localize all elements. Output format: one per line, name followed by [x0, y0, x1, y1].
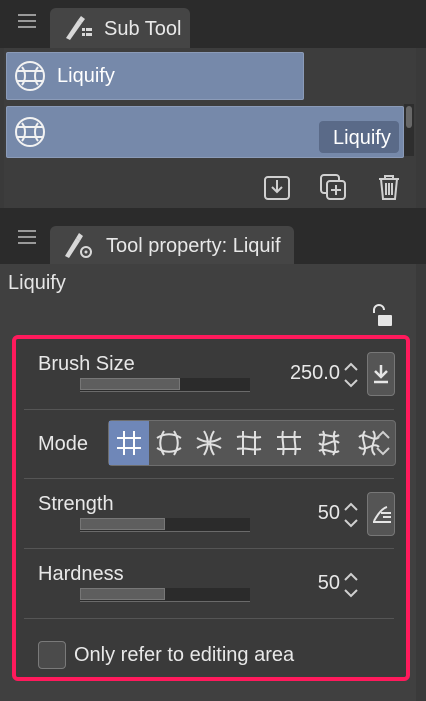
hardness-label: Hardness — [38, 563, 124, 585]
subtool-scrollbar[interactable] — [404, 104, 414, 156]
mode-pinch-option[interactable] — [189, 421, 229, 465]
mode-label: Mode — [38, 433, 89, 455]
separator — [24, 478, 394, 479]
subtool-item-label: Liquify — [333, 127, 391, 149]
tab-label: Sub Tool — [104, 18, 182, 40]
download-arrow-icon — [374, 365, 388, 384]
trash-icon[interactable] — [374, 172, 404, 202]
mode-stepper[interactable] — [374, 428, 392, 458]
strength-slider[interactable] — [80, 518, 250, 532]
subtool-item-liquify[interactable]: Liquify — [6, 52, 304, 100]
mode-push-option[interactable] — [109, 421, 149, 465]
brush-size-pressure-button[interactable] — [367, 352, 395, 396]
subtool-scrollbar-thumb[interactable] — [406, 106, 412, 128]
pressure-curve-icon — [373, 506, 391, 523]
brush-size-slider-fill — [80, 378, 181, 390]
subtool-name-chip: Liquify — [319, 121, 399, 153]
mode-push-right-icon — [277, 430, 301, 456]
only-refer-label[interactable]: Only refer to editing area — [74, 644, 294, 667]
liquify-tool-icon — [15, 61, 45, 91]
panel-divider[interactable] — [0, 208, 426, 222]
subtool-action-bar — [4, 158, 416, 208]
panel-menu-icon[interactable] — [16, 10, 38, 32]
duplicate-icon[interactable] — [318, 172, 348, 202]
hardness-stepper[interactable] — [342, 570, 360, 600]
brush-size-label: Brush Size — [38, 353, 135, 375]
strength-slider-fill — [80, 518, 165, 530]
mode-expand-icon — [156, 430, 182, 456]
strength-value[interactable]: 50 — [290, 502, 340, 525]
brush-size-slider[interactable] — [80, 378, 250, 392]
subtool-item-liquify-2[interactable]: Liquify — [6, 106, 404, 158]
mode-pinch-icon — [196, 430, 222, 456]
liquify-tool-icon — [15, 117, 45, 147]
strength-pressure-button[interactable] — [367, 492, 395, 536]
mode-twist-left-option[interactable] — [309, 421, 349, 465]
separator — [24, 548, 394, 549]
only-refer-checkbox[interactable] — [38, 641, 66, 669]
mode-selector[interactable] — [108, 420, 396, 466]
panel-menu-icon[interactable] — [16, 226, 38, 248]
tab-label: Tool property: Liquif — [106, 235, 281, 257]
brush-size-stepper[interactable] — [342, 360, 360, 390]
tool-property-icon — [65, 233, 92, 258]
hardness-value[interactable]: 50 — [290, 572, 340, 595]
mode-twist-left-icon — [318, 430, 340, 456]
hardness-slider-fill — [80, 588, 165, 600]
unlock-icon[interactable] — [370, 304, 394, 328]
strength-label: Strength — [38, 493, 114, 515]
download-icon[interactable] — [262, 172, 292, 202]
brush-size-value[interactable]: 250.0 — [268, 362, 340, 385]
tool-name: Liquify — [8, 272, 66, 294]
mode-expand-option[interactable] — [149, 421, 189, 465]
separator — [24, 409, 394, 410]
mode-push-left-icon — [236, 431, 262, 455]
mode-push-right-option[interactable] — [269, 421, 309, 465]
subtool-item-label: Liquify — [57, 65, 115, 87]
tab-sub-tool[interactable]: Sub Tool — [50, 8, 190, 48]
mode-push-left-option[interactable] — [229, 421, 269, 465]
mode-push-icon — [117, 431, 141, 455]
hardness-slider[interactable] — [80, 588, 250, 602]
strength-stepper[interactable] — [342, 500, 360, 530]
tab-tool-property[interactable]: Tool property: Liquif — [50, 226, 294, 264]
separator — [24, 618, 394, 619]
subtool-brush-icon — [66, 16, 92, 40]
